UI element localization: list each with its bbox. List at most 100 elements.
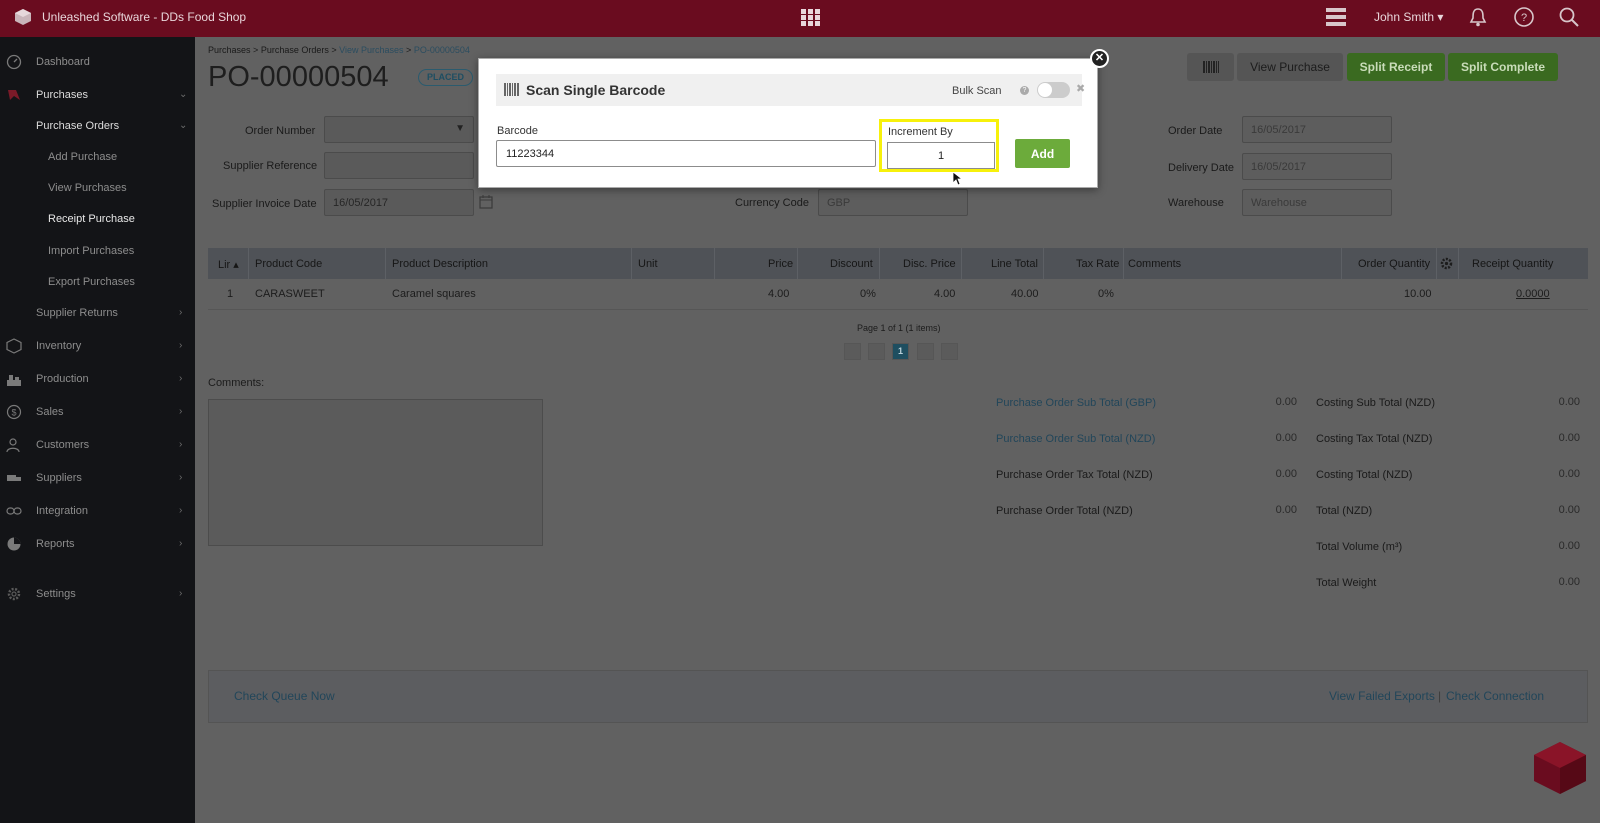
sidebar-item-label: Purchase Orders	[36, 120, 120, 132]
increment-by-input[interactable]	[887, 142, 995, 169]
close-icon[interactable]: ✖	[1076, 82, 1085, 95]
sidebar-item-purchase-orders[interactable]: Purchase Orders ⌄	[0, 114, 195, 138]
check-connection-link[interactable]: Check Connection	[1446, 689, 1544, 703]
production-icon	[7, 375, 21, 386]
split-receipt-button[interactable]: Split Receipt	[1347, 53, 1445, 81]
footer-separator: |	[1438, 689, 1442, 703]
page-1-button[interactable]: 1	[892, 343, 909, 360]
column-header-disc-price[interactable]: Disc. Price	[903, 258, 956, 270]
breadcrumb-purchases[interactable]: Purchases	[208, 45, 251, 55]
po-sub-total-nzd-value: 0.00	[1275, 432, 1297, 444]
breadcrumb-purchase-orders[interactable]: Purchase Orders	[261, 45, 329, 55]
sidebar-item-add-purchase[interactable]: Add Purchase	[0, 145, 195, 169]
sidebar-item-label: View Purchases	[48, 182, 127, 194]
total-nzd-label: Total (NZD)	[1316, 505, 1373, 517]
po-sub-total-nzd-label[interactable]: Purchase Order Sub Total (NZD)	[996, 433, 1155, 445]
first-page-button[interactable]	[844, 343, 861, 360]
column-header-order-quantity[interactable]: Order Quantity	[1358, 258, 1430, 270]
po-total-label: Purchase Order Total (NZD)	[996, 505, 1133, 517]
sidebar-item-sales[interactable]: $ Sales ›	[0, 400, 195, 424]
breadcrumb-separator: >	[253, 45, 259, 55]
order-date-field: 16/05/2017	[1242, 116, 1392, 143]
check-queue-link[interactable]: Check Queue Now	[234, 689, 335, 703]
sidebar-item-reports[interactable]: Reports ›	[0, 532, 195, 556]
table-header: Lir ▴ Product Code Product Description U…	[208, 248, 1588, 279]
sidebar-item-purchases[interactable]: Purchases ⌄	[0, 83, 195, 107]
pie-chart-icon	[7, 537, 21, 551]
apps-grid-icon[interactable]	[801, 9, 820, 27]
view-failed-exports-link[interactable]: View Failed Exports	[1329, 689, 1435, 703]
barcode-input[interactable]	[496, 140, 876, 167]
column-header-product-description[interactable]: Product Description	[392, 258, 488, 270]
sidebar-item-settings[interactable]: Settings ›	[0, 582, 195, 606]
order-number-select[interactable]: ▼	[324, 116, 474, 143]
sidebar-item-receipt-purchase[interactable]: Receipt Purchase	[0, 207, 195, 231]
costing-sub-total-value: 0.00	[1558, 396, 1580, 408]
help-icon[interactable]: ?	[1020, 86, 1029, 95]
column-header-product-code[interactable]: Product Code	[255, 258, 322, 270]
barcode-button[interactable]	[1187, 53, 1234, 81]
modal-close-button[interactable]: ✕	[1090, 49, 1109, 68]
sidebar: Dashboard Purchases ⌄ Purchase Orders ⌄ …	[0, 37, 195, 823]
delivery-date-field: 16/05/2017	[1242, 153, 1392, 180]
chevron-down-icon: ⌄	[179, 120, 188, 131]
sidebar-item-view-purchases[interactable]: View Purchases	[0, 176, 195, 200]
prev-page-button[interactable]	[868, 343, 885, 360]
help-icon[interactable]: ?	[1513, 6, 1535, 28]
bulk-scan-toggle[interactable]	[1037, 82, 1070, 98]
po-total-value: 0.00	[1275, 504, 1297, 516]
cell-discount: 0%	[860, 288, 876, 300]
cell-price: 4.00	[768, 288, 790, 300]
increment-by-label: Increment By	[888, 126, 953, 138]
search-icon[interactable]	[1558, 6, 1580, 28]
sidebar-item-customers[interactable]: Customers ›	[0, 433, 195, 457]
sidebar-item-export-purchases[interactable]: Export Purchases	[0, 270, 195, 294]
supplier-reference-input[interactable]	[324, 152, 474, 179]
sidebar-item-supplier-returns[interactable]: Supplier Returns ›	[0, 301, 195, 325]
supplier-invoice-date-input[interactable]: 16/05/2017	[324, 189, 474, 216]
top-bar: Unleashed Software - DDs Food Shop John …	[0, 0, 1600, 37]
pagination-info: Page 1 of 1 (1 items)	[857, 323, 941, 333]
last-page-button[interactable]	[941, 343, 958, 360]
column-header-unit[interactable]: Unit	[638, 258, 658, 270]
chevron-right-icon: ›	[179, 406, 183, 417]
help-cube-icon[interactable]	[1532, 740, 1588, 796]
sidebar-item-dashboard[interactable]: Dashboard	[0, 50, 195, 74]
split-complete-button[interactable]: Split Complete	[1448, 53, 1558, 81]
breadcrumb-view-purchases[interactable]: View Purchases	[339, 45, 403, 55]
sidebar-item-integration[interactable]: Integration ›	[0, 499, 195, 523]
app-logo-icon[interactable]	[14, 8, 32, 26]
next-page-button[interactable]	[917, 343, 934, 360]
chevron-right-icon: ›	[179, 472, 183, 483]
sidebar-item-label: Export Purchases	[48, 276, 135, 288]
add-button[interactable]: Add	[1015, 139, 1070, 168]
column-header-line[interactable]: Lir ▴	[218, 258, 239, 271]
supplier-invoice-date-label: Supplier Invoice Date	[212, 198, 317, 210]
po-sub-total-gbp-label[interactable]: Purchase Order Sub Total (GBP)	[996, 397, 1156, 409]
column-header-receipt-quantity[interactable]: Receipt Quantity	[1472, 258, 1553, 270]
sidebar-item-inventory[interactable]: Inventory ›	[0, 334, 195, 358]
page-title: PO-00000504	[208, 61, 389, 93]
cell-product-code: CARASWEET	[255, 288, 325, 300]
comments-textarea[interactable]	[208, 399, 543, 546]
breadcrumb-separator: >	[331, 45, 337, 55]
column-header-discount[interactable]: Discount	[830, 258, 873, 270]
view-purchase-button[interactable]: View Purchase	[1237, 53, 1343, 81]
column-header-price[interactable]: Price	[768, 258, 793, 270]
server-icon[interactable]	[1326, 8, 1346, 26]
column-header-comments[interactable]: Comments	[1128, 258, 1181, 270]
po-tax-total-label: Purchase Order Tax Total (NZD)	[996, 469, 1153, 481]
gear-icon[interactable]	[1440, 257, 1453, 270]
sidebar-item-production[interactable]: Production ›	[0, 367, 195, 391]
column-header-line-total[interactable]: Line Total	[991, 258, 1038, 270]
cell-receipt-quantity[interactable]: 0.0000	[1516, 288, 1550, 300]
calendar-icon[interactable]	[479, 195, 493, 209]
scan-barcode-modal: Scan Single Barcode Bulk Scan ? ✖ Barcod…	[478, 58, 1098, 188]
sidebar-item-import-purchases[interactable]: Import Purchases	[0, 239, 195, 263]
truck-icon	[7, 475, 21, 481]
bell-icon[interactable]	[1467, 6, 1489, 28]
bulk-scan-label: Bulk Scan	[952, 85, 1002, 97]
sidebar-item-suppliers[interactable]: Suppliers ›	[0, 466, 195, 490]
column-header-tax-rate[interactable]: Tax Rate	[1076, 258, 1119, 270]
user-menu[interactable]: John Smith ▾	[1374, 10, 1443, 24]
